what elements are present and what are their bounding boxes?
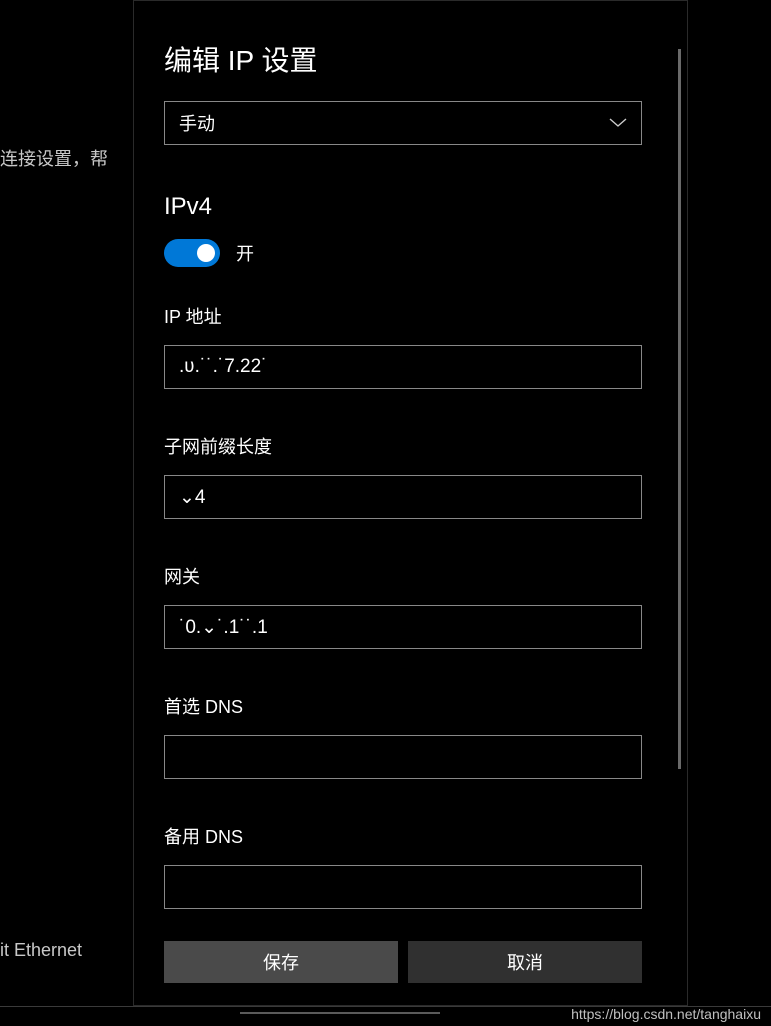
ip-address-field: IP 地址 [164, 303, 657, 389]
bottom-strip [240, 1012, 440, 1014]
ipv4-section-header: IPv4 [164, 193, 657, 221]
alternate-dns-input[interactable] [164, 865, 642, 909]
ip-address-label: IP 地址 [164, 303, 657, 329]
ip-mode-dropdown[interactable]: 手动 [164, 101, 642, 145]
toggle-knob [197, 244, 215, 262]
subnet-prefix-input[interactable] [164, 475, 642, 519]
preferred-dns-label: 首选 DNS [164, 693, 657, 719]
dropdown-selected-label: 手动 [179, 110, 215, 136]
alternate-dns-label: 备用 DNS [164, 823, 657, 849]
subnet-prefix-label: 子网前缀长度 [164, 433, 657, 459]
ipv4-toggle-label: 开 [236, 240, 254, 266]
gateway-field: 网关 [164, 563, 657, 649]
ipv4-toggle-row: 开 [164, 239, 657, 267]
ip-address-input[interactable] [164, 345, 642, 389]
gateway-input[interactable] [164, 605, 642, 649]
watermark-text: https://blog.csdn.net/tanghaixu [571, 1006, 761, 1022]
ip-settings-dialog: 编辑 IP 设置 手动 IPv4 开 IP 地址 子网前缀长度 网关 首选 DN… [133, 0, 688, 1006]
dialog-title: 编辑 IP 设置 [164, 39, 657, 79]
ipv4-toggle[interactable] [164, 239, 220, 267]
background-text-connection: 连接设置，帮 [0, 145, 108, 171]
preferred-dns-input[interactable] [164, 735, 642, 779]
chevron-down-icon [609, 118, 627, 128]
preferred-dns-field: 首选 DNS [164, 693, 657, 779]
scrollbar[interactable] [678, 49, 681, 769]
cancel-button[interactable]: 取消 [408, 941, 642, 983]
dialog-button-row: 保存 取消 [164, 941, 642, 983]
background-text-ethernet: it Ethernet [0, 940, 82, 961]
gateway-label: 网关 [164, 563, 657, 589]
save-button[interactable]: 保存 [164, 941, 398, 983]
alternate-dns-field: 备用 DNS [164, 823, 657, 909]
subnet-prefix-field: 子网前缀长度 [164, 433, 657, 519]
